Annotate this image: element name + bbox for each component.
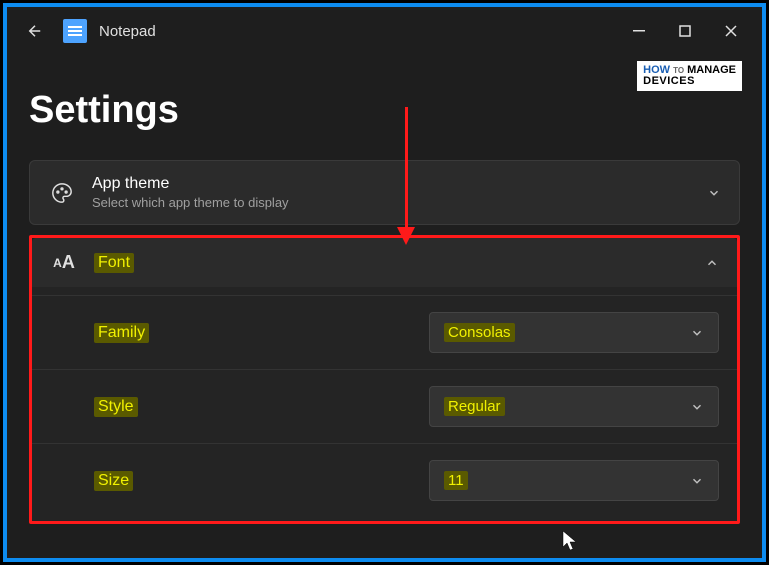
app-title: Notepad <box>99 23 156 40</box>
font-family-label: Family <box>94 323 149 343</box>
font-size-value: 11 <box>444 471 468 490</box>
chevron-down-icon <box>690 400 704 414</box>
app-window: Notepad HOW TO MANAGE DEVICES Settings <box>3 3 766 562</box>
minimize-button[interactable] <box>616 11 662 51</box>
font-header-row[interactable]: AA Font <box>32 238 737 287</box>
chevron-down-icon <box>707 186 721 200</box>
font-section-highlighted: AA Font Family Consolas <box>29 235 740 524</box>
arrow-left-icon <box>26 22 44 40</box>
font-size-label: Size <box>94 471 133 491</box>
close-icon <box>725 25 737 37</box>
font-family-value: Consolas <box>444 323 515 342</box>
maximize-button[interactable] <box>662 11 708 51</box>
back-button[interactable] <box>15 11 55 51</box>
font-style-label: Style <box>94 397 138 417</box>
font-style-dropdown[interactable]: Regular <box>429 386 719 427</box>
notepad-icon <box>63 19 87 43</box>
app-theme-row[interactable]: App theme Select which app theme to disp… <box>29 160 740 225</box>
close-button[interactable] <box>708 11 754 51</box>
font-size-dropdown[interactable]: 11 <box>429 460 719 501</box>
chevron-down-icon <box>690 326 704 340</box>
app-theme-title: App theme <box>92 175 289 193</box>
font-style-value: Regular <box>444 397 505 416</box>
minimize-icon <box>633 25 645 37</box>
chevron-down-icon <box>690 474 704 488</box>
maximize-icon <box>679 25 691 37</box>
font-style-row: Style Regular <box>32 369 737 443</box>
font-family-dropdown[interactable]: Consolas <box>429 312 719 353</box>
window-controls <box>616 11 754 51</box>
watermark-badge: HOW TO MANAGE DEVICES <box>637 61 742 91</box>
font-subrows: Family Consolas Style Regular <box>32 287 737 521</box>
font-family-row: Family Consolas <box>32 295 737 369</box>
font-size-row: Size 11 <box>32 443 737 517</box>
chevron-up-icon <box>705 256 719 270</box>
font-header-label: Font <box>94 253 134 273</box>
title-bar: Notepad <box>7 7 762 55</box>
app-theme-subtitle: Select which app theme to display <box>92 195 289 210</box>
mouse-cursor-icon <box>562 530 578 552</box>
font-icon: AA <box>50 252 78 273</box>
page-title: Settings <box>29 89 740 132</box>
palette-icon <box>48 182 76 204</box>
settings-content: Settings App theme Select which app them… <box>7 55 762 524</box>
watermark-line3: DEVICES <box>643 75 695 87</box>
